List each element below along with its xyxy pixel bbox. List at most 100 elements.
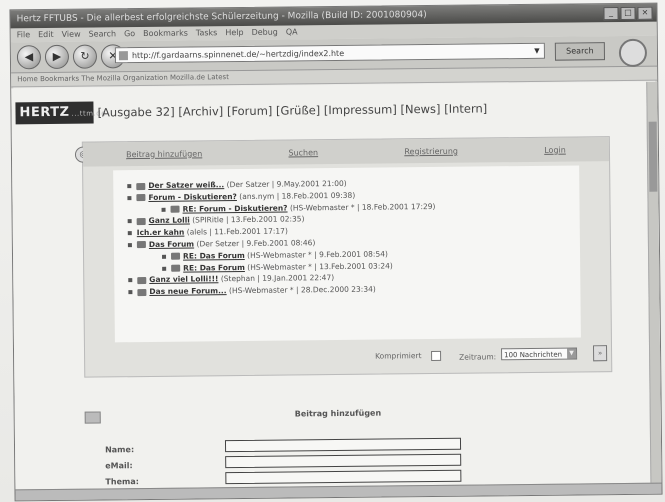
logo-text: HERTZ — [19, 104, 70, 121]
period-label: Zeitraum: — [459, 352, 497, 362]
add-post-link[interactable]: Beitrag hinzufügen — [126, 149, 202, 159]
thread-meta: (HS-Webmaster * | 28.Dec.2000 23:34) — [228, 284, 376, 296]
message-icon — [136, 241, 146, 249]
menu-help[interactable]: Help — [225, 26, 243, 40]
bullet-icon — [127, 231, 132, 236]
email-input[interactable] — [225, 453, 462, 469]
login-link[interactable]: Login — [544, 145, 566, 154]
menu-debug[interactable]: Debug — [251, 26, 277, 40]
forward-button[interactable]: ▶ — [44, 44, 70, 70]
menu-tasks[interactable]: Tasks — [196, 26, 218, 40]
menu-bookmarks[interactable]: Bookmarks — [143, 27, 188, 41]
message-icon — [136, 182, 146, 190]
thread-title[interactable]: Der Satzer weiß... — [148, 180, 224, 190]
reply-icon — [171, 264, 181, 272]
nav-intern[interactable]: [Intern] — [444, 101, 487, 115]
browser-window: Hertz FFTUBS - Die allerbest erfolgreich… — [9, 2, 663, 502]
menu-go[interactable]: Go — [124, 27, 135, 41]
nav-ausgabe[interactable]: [Ausgabe 32] — [97, 105, 174, 120]
thread-meta: (Der Satzer | 9.May.2001 21:00) — [226, 178, 347, 190]
nav-forum[interactable]: [Forum] — [227, 104, 273, 118]
forum-panel: ◎ Beitrag hinzufügen Suchen Registrierun… — [74, 136, 613, 378]
thread-list: Der Satzer weiß... (Der Satzer | 9.May.2… — [113, 165, 580, 298]
minimize-button[interactable]: _ — [603, 7, 619, 21]
reply-icon — [170, 205, 180, 213]
thread-meta: (Stephan | 19.Jan.2001 22:47) — [220, 273, 335, 284]
register-link[interactable]: Registrierung — [404, 146, 458, 156]
bullet-icon — [162, 254, 167, 259]
thread-meta: (HS-Webmaster * | 13.Feb.2001 03:24) — [247, 260, 393, 272]
bullet-icon — [162, 266, 167, 271]
thumb-icon — [137, 276, 147, 284]
thread-title[interactable]: Forum - Diskutieren? — [148, 192, 237, 202]
window-title: Hertz FFTUBS - Die allerbest erfolgreich… — [16, 10, 427, 25]
period-select[interactable]: 100 Nachrichten ▼ — [501, 347, 578, 361]
thread-meta: (SPIRitle | 13.Feb.2001 02:35) — [192, 214, 305, 225]
menu-view[interactable]: View — [62, 28, 81, 42]
chevron-down-icon[interactable]: ▼ — [532, 46, 542, 56]
bullet-icon — [127, 184, 132, 189]
thread-meta: (Der Setzer | 9.Feb.2001 08:46) — [196, 238, 316, 249]
thread-title[interactable]: RE: Das Forum — [183, 251, 245, 261]
compact-checkbox[interactable] — [431, 350, 442, 362]
message-icon — [136, 194, 146, 202]
period-value: 100 Nachrichten — [504, 350, 563, 360]
bullet-icon — [128, 290, 133, 295]
thread-title[interactable]: RE: Das Forum — [183, 263, 245, 273]
url-input[interactable]: http://f.gardaarns.spinnenet.de/~hertzdi… — [114, 42, 545, 64]
reload-button[interactable]: ↻ — [72, 44, 98, 69]
apply-filter-button[interactable]: » — [592, 345, 608, 362]
bullet-icon — [127, 195, 132, 200]
window-controls: _ □ × — [603, 6, 653, 21]
compact-label: Komprimiert — [375, 351, 422, 361]
page-content: HERTZ ...ttm.de [Ausgabe 32] [Archiv] [Fo… — [11, 81, 662, 491]
bullet-icon — [128, 278, 133, 283]
thread-meta: (HS-Webmaster * | 18.Feb.2001 17:29) — [289, 201, 436, 213]
forum-filter-bar: Komprimiert Zeitraum: 100 Nachrichten ▼ … — [85, 343, 611, 371]
forum-actions: Beitrag hinzufügen Suchen Registrierung … — [82, 137, 610, 167]
menu-search[interactable]: Search — [89, 27, 117, 41]
thread-title[interactable]: RE: Forum - Diskutieren? — [182, 203, 287, 213]
thread-title[interactable]: Ganz Lolli — [149, 216, 190, 225]
star-icon — [136, 217, 146, 225]
thread-list-area: Der Satzer weiß... (Der Satzer | 9.May.2… — [113, 165, 581, 343]
thread-meta: (HS-Webmaster * | 9.Feb.2001 08:54) — [247, 249, 388, 260]
add-post-form: Beitrag hinzufügen Name: eMail: Thema: — [84, 400, 612, 490]
nav-archiv[interactable]: [Archiv] — [178, 104, 223, 118]
thread-title[interactable]: Ganz viel Lolli!!! — [149, 275, 218, 285]
bullet-icon — [127, 243, 132, 248]
thread-title[interactable]: Das Forum — [149, 239, 194, 248]
close-button[interactable]: × — [637, 6, 653, 20]
thread-meta: (ans.nym | 18.Feb.2001 09:38) — [239, 190, 356, 201]
site-navigation: [Ausgabe 32] [Archiv] [Forum] [Grüße] [I… — [97, 101, 487, 119]
name-input[interactable] — [224, 437, 462, 453]
search-link[interactable]: Suchen — [288, 148, 318, 157]
bullet-icon — [161, 207, 166, 212]
bullet-icon — [127, 219, 132, 224]
thread-title[interactable]: Ich.er kahn — [137, 228, 185, 237]
mozilla-throbber-icon[interactable] — [618, 38, 648, 68]
maximize-button[interactable]: □ — [620, 6, 636, 21]
form-icon — [84, 411, 101, 424]
menu-file[interactable]: File — [17, 28, 31, 42]
chevron-down-icon: ▼ — [567, 348, 577, 359]
nav-impressum[interactable]: [Impressum] — [324, 102, 397, 117]
subject-input[interactable] — [225, 469, 462, 485]
email-label: eMail: — [105, 461, 133, 471]
subject-label: Thema: — [105, 477, 139, 487]
nav-news[interactable]: [News] — [400, 102, 440, 116]
thread-meta: (alels | 11.Feb.2001 17:17) — [186, 226, 288, 237]
menu-qa[interactable]: QA — [286, 25, 298, 39]
scrollbar-thumb[interactable] — [648, 121, 658, 192]
form-title: Beitrag hinzufügen — [294, 408, 382, 419]
search-button[interactable]: Search — [554, 42, 606, 61]
menu-edit[interactable]: Edit — [38, 28, 54, 42]
message-icon — [137, 288, 147, 296]
reply-icon — [171, 252, 181, 261]
hertz-logo[interactable]: HERTZ ...ttm.de — [15, 101, 106, 125]
name-label: Name: — [105, 445, 135, 455]
page-icon — [118, 51, 128, 61]
thread-title[interactable]: Das neue Forum... — [149, 286, 226, 296]
nav-gruesse[interactable]: [Grüße] — [276, 103, 320, 117]
back-button[interactable]: ◀ — [16, 45, 42, 70]
